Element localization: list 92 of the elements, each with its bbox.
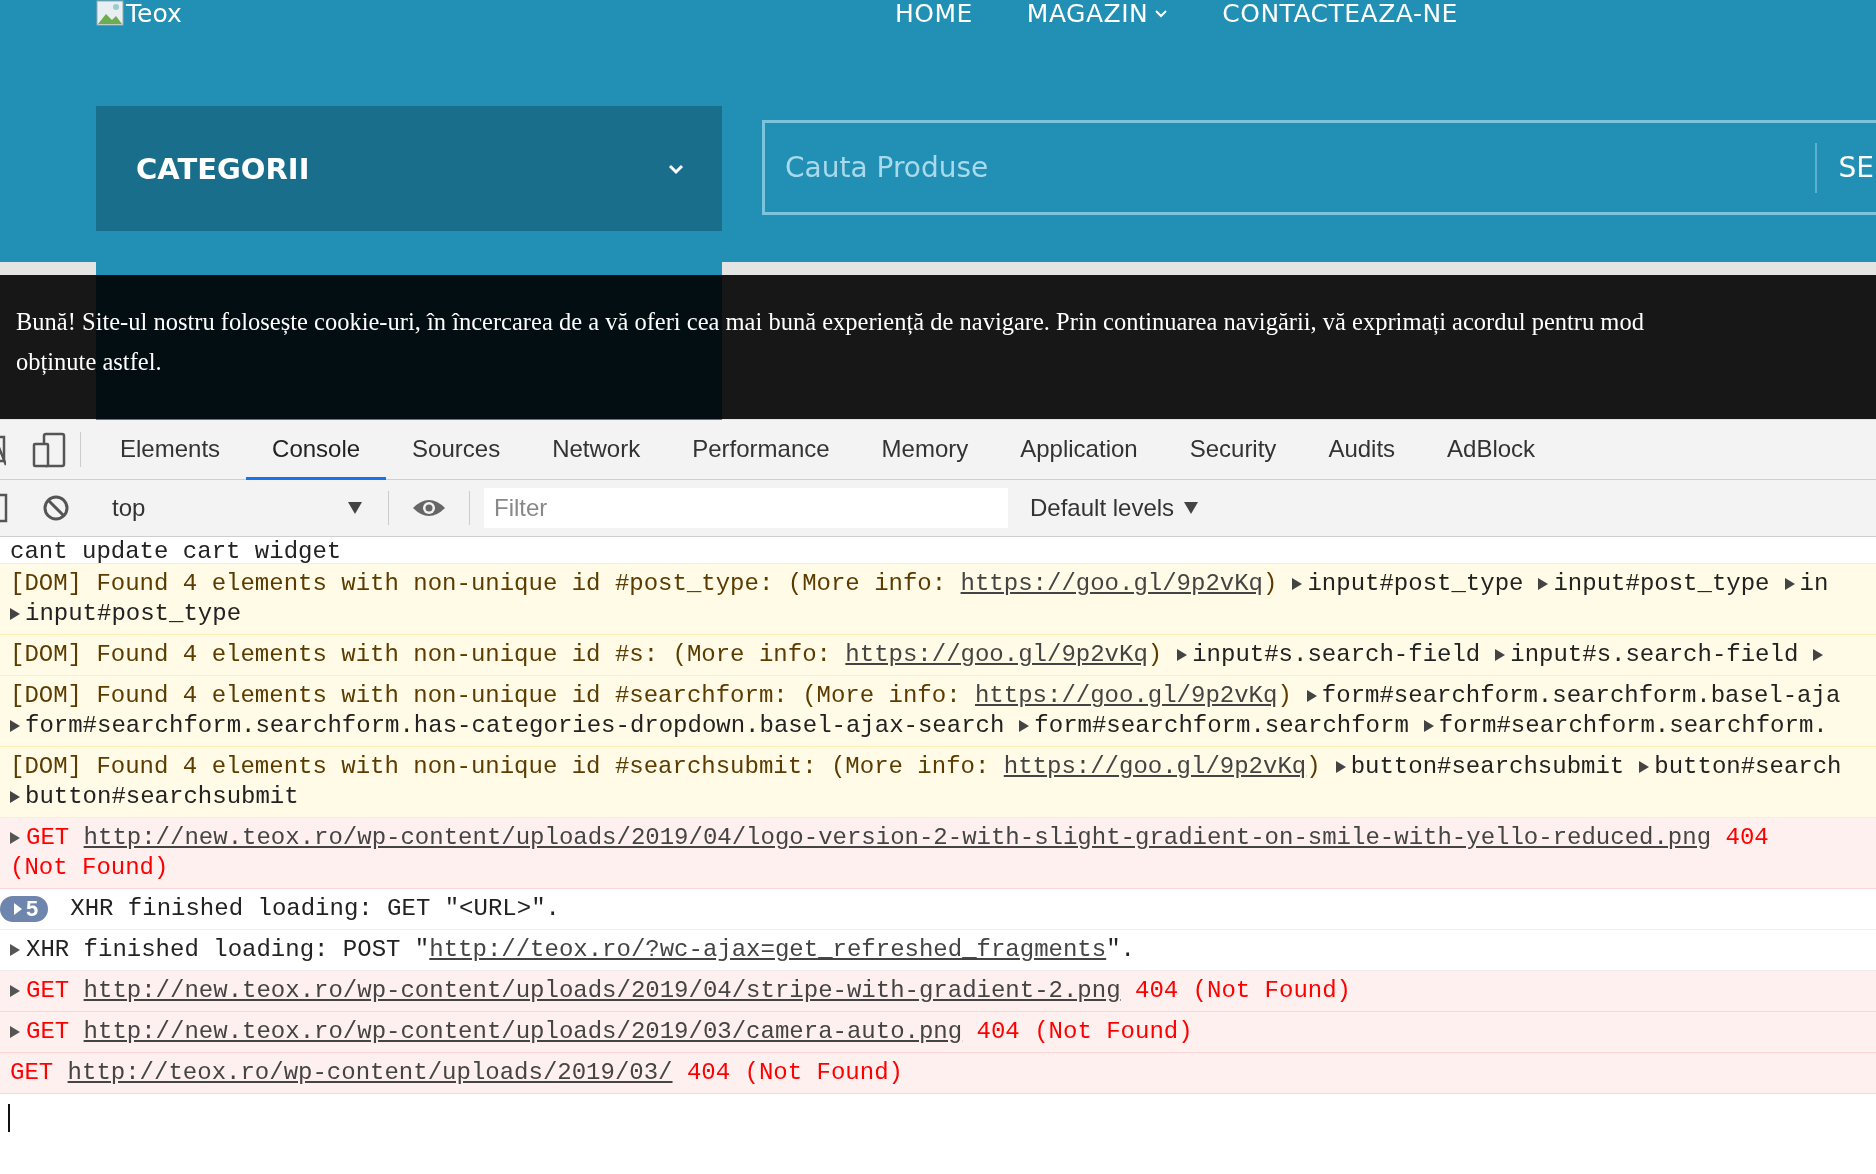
panel-tab[interactable]: Application [994, 420, 1164, 480]
element-reference[interactable]: button#searchsubmit [25, 782, 299, 812]
expand-arrow-icon[interactable] [10, 608, 20, 620]
expand-arrow-icon[interactable] [10, 832, 20, 844]
panel-tab[interactable]: Network [526, 420, 667, 480]
dropdown-arrow-icon [1184, 502, 1199, 514]
filter-field[interactable]: Filter [484, 488, 1008, 528]
expand-arrow-icon[interactable] [1495, 649, 1506, 661]
element-reference[interactable]: input#post_type [25, 599, 242, 629]
message-text: ) [1306, 752, 1321, 782]
message-text: GET [26, 823, 71, 853]
message-text: GET [10, 1058, 55, 1088]
url-link[interactable]: https://goo.gl/9p2vKq [960, 569, 1263, 599]
expand-arrow-icon[interactable] [10, 985, 20, 997]
message-text: cant update cart widget [10, 537, 342, 567]
text-cursor [8, 1104, 10, 1132]
dropdown-arrow-icon [348, 502, 362, 514]
panel-tab[interactable]: Sources [386, 420, 527, 480]
device-toolbar-icon[interactable] [32, 431, 66, 468]
message-text: XHR finished loading: POST " [26, 935, 430, 965]
expand-arrow-icon[interactable] [1177, 649, 1188, 661]
element-reference[interactable]: button#searchsubmit [1350, 752, 1625, 782]
panel-tab[interactable]: Audits [1302, 420, 1422, 480]
element-reference[interactable]: form#searchform.searchform. [1438, 711, 1828, 741]
message-text: 404 (Not Found) [975, 1017, 1193, 1047]
chevron-down-icon [668, 162, 684, 175]
expand-arrow-icon[interactable] [1538, 578, 1549, 590]
message-text: ) [1277, 681, 1292, 711]
expand-arrow-icon[interactable] [1813, 649, 1824, 661]
panel-tab[interactable]: AdBlock [1421, 420, 1562, 480]
panel-tab[interactable]: Security [1163, 420, 1303, 480]
logo-text[interactable]: Teox [126, 0, 182, 28]
message-text: 404 (Not Found) [685, 1058, 903, 1088]
url-link[interactable]: https://goo.gl/9p2vKq [1003, 752, 1307, 782]
nav-link[interactable]: HOME [895, 0, 973, 28]
element-reference[interactable]: form#searchform.searchform [1034, 711, 1409, 741]
message-text: XHR finished loading: GET "<URL>". [70, 894, 560, 924]
broken-image-icon [96, 0, 124, 26]
search-input[interactable]: Cauta Produse [765, 150, 1815, 185]
element-reference[interactable]: form#searchform.searchform.basel-aja [1321, 681, 1841, 711]
url-link[interactable]: http://new.teox.ro/wp-content/uploads/2019/03/camera-auto.png [83, 1017, 963, 1047]
message-text: 404 (Not Found) [1133, 976, 1351, 1006]
expand-arrow-icon[interactable] [10, 791, 20, 803]
expand-arrow-icon[interactable] [1292, 578, 1303, 590]
expand-arrow-icon[interactable] [10, 720, 20, 732]
sidebar-icon[interactable] [0, 492, 8, 524]
panel-tab[interactable]: Elements [94, 420, 247, 480]
panel-tab[interactable]: Memory [855, 420, 995, 480]
search-field[interactable]: Cauta Produse SE [762, 120, 1876, 215]
nav-link[interactable]: CONTACTEAZA-NE [1222, 0, 1458, 28]
cookie-notice-text: Bună! Site-ul nostru folosește cookie-uri, în încercarea de a vă oferi cea mai bună experiență de navigare. Prin continuarea navigării, vă exprimați acordul pentru mod obținute astfel. [16, 307, 1645, 377]
url-link[interactable]: http://new.teox.ro/wp-content/uploads/2019/04/stripe-with-gradient-2.png [83, 976, 1121, 1006]
message-text: [DOM] Found 4 elements with non-unique id #searchform: (More info: [10, 681, 962, 711]
categories-dropdown[interactable]: CATEGORII [96, 106, 722, 231]
element-reference[interactable]: in [1799, 569, 1829, 599]
expand-arrow-icon[interactable] [10, 944, 20, 956]
expand-arrow-icon[interactable] [1423, 720, 1434, 732]
element-reference[interactable]: input#post_type [1553, 569, 1770, 599]
message-text: (Not Found) [10, 853, 169, 883]
levels-dropdown[interactable]: Default levels [1024, 493, 1205, 523]
message-text: [DOM] Found 4 elements with non-unique id #post_type: (More info: [10, 569, 948, 599]
message-text: [DOM] Found 4 elements with non-unique id #s: (More info: [10, 640, 832, 670]
context-selector[interactable]: top [98, 494, 388, 522]
nav-link[interactable]: MAGAZIN [1026, 0, 1169, 28]
search-button[interactable]: SE [1816, 151, 1876, 184]
element-reference[interactable]: button#search [1654, 752, 1842, 782]
expand-arrow-icon[interactable] [1335, 761, 1346, 773]
url-link[interactable]: https://goo.gl/9p2vKq [845, 640, 1148, 670]
expand-arrow-icon[interactable] [1019, 720, 1030, 732]
expand-arrow-icon[interactable] [1306, 690, 1317, 702]
panel-tab[interactable]: Performance [666, 420, 856, 480]
url-link[interactable]: http://teox.ro/wp-content/uploads/2019/03/ [67, 1058, 673, 1088]
message-text: GET [26, 1017, 71, 1047]
message-text: ) [1147, 640, 1163, 670]
clear-console-icon[interactable] [42, 494, 70, 522]
message-text: [DOM] Found 4 elements with non-unique id #searchsubmit: (More info: [10, 752, 991, 782]
element-reference[interactable]: input#post_type [1307, 569, 1524, 599]
element-reference[interactable]: form#searchform.searchform.has-categories-dropdown.basel-ajax-search [25, 711, 1005, 741]
message-text: GET [26, 976, 71, 1006]
expand-arrow-icon[interactable] [10, 1026, 20, 1038]
url-link[interactable]: http://teox.ro/?wc-ajax=get_refreshed_fragments [429, 935, 1107, 965]
expand-arrow-icon[interactable] [1784, 578, 1795, 590]
element-reference[interactable]: input#s.search-field [1192, 640, 1481, 670]
message-text: 404 [1724, 823, 1769, 853]
message-text: ". [1106, 935, 1135, 965]
element-reference[interactable]: input#s.search-field [1510, 640, 1799, 670]
message-text: ) [1263, 569, 1278, 599]
repeat-count-badge: 5 [0, 896, 49, 922]
url-link[interactable]: http://new.teox.ro/wp-content/uploads/2019/04/logo-version-2-with-slight-gradient-on-smile-with-yello-reduced.png [83, 823, 1712, 853]
categories-title: CATEGORII [136, 151, 310, 186]
expand-arrow-icon[interactable] [1639, 761, 1650, 773]
url-link[interactable]: https://goo.gl/9p2vKq [974, 681, 1278, 711]
